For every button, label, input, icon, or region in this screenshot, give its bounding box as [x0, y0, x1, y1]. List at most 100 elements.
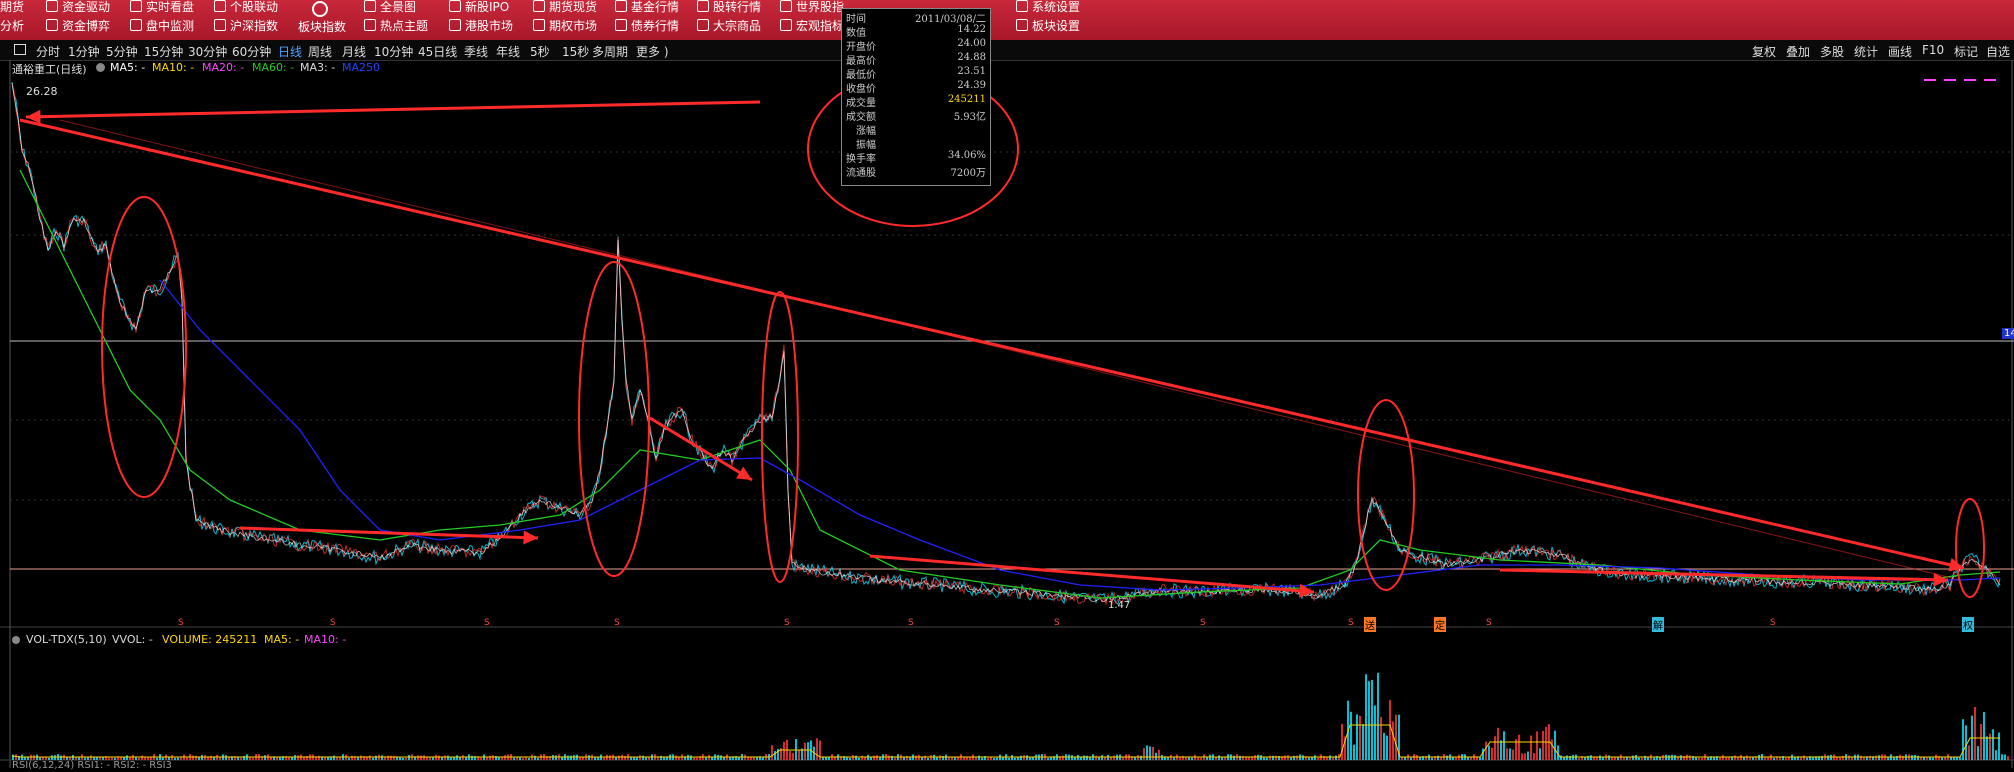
event-marker[interactable]: 定	[1434, 617, 1446, 632]
tab-more[interactable]: 更多 )	[636, 43, 669, 60]
info-row: 时间 2011/03/08/二	[846, 14, 986, 25]
volume-bar	[1470, 757, 1472, 760]
menu-item-11[interactable]: 系统设置	[1016, 0, 1080, 14]
tab-60min[interactable]: 60分钟	[232, 43, 271, 60]
menu-item-6[interactable]: 新股IPO	[449, 0, 509, 14]
tab-weekly[interactable]: 周线	[308, 43, 332, 60]
volume-bar	[1602, 757, 1604, 760]
menu2-item-6[interactable]: 期权市场	[533, 19, 597, 33]
volume-bar	[1920, 757, 1922, 760]
menu-item-2[interactable]: 实时看盘	[130, 0, 194, 14]
volume-bar	[1509, 748, 1511, 760]
volume-bar	[1527, 751, 1529, 760]
volume-bar	[1467, 757, 1469, 760]
menu-item-8[interactable]: 基金行情	[615, 0, 679, 14]
volume-bar	[336, 757, 338, 760]
volume-bar	[1254, 755, 1256, 760]
volume-bar	[1155, 752, 1157, 760]
settings-dot-icon[interactable]	[96, 63, 105, 72]
volume-bar	[372, 757, 374, 760]
tab-1min[interactable]: 1分钟	[68, 43, 100, 60]
volume-bar	[480, 757, 482, 760]
volume-bar	[1521, 753, 1523, 760]
event-marker[interactable]: 权	[1962, 617, 1974, 632]
volume-bar	[417, 755, 419, 760]
volume-bar	[402, 757, 404, 760]
tab-5min[interactable]: 5分钟	[106, 43, 138, 60]
volume-bar	[1719, 757, 1721, 760]
volume-bar	[1980, 724, 1982, 760]
volume-bar	[1767, 757, 1769, 760]
watchlist-button[interactable]: 自选	[1986, 43, 2010, 60]
volume-bar	[1803, 755, 1805, 760]
menu-item-10[interactable]: 世界股指	[780, 0, 844, 14]
tab-15min[interactable]: 15分钟	[144, 43, 183, 60]
menu-item-1[interactable]: 资金驱动	[46, 0, 110, 14]
menu2-item-4[interactable]: 热点主题	[364, 19, 428, 33]
stats-button[interactable]: 统计	[1854, 43, 1878, 60]
volume-bar	[324, 757, 326, 760]
event-marker[interactable]: 解	[1652, 617, 1664, 632]
kline-chart[interactable]: SSSSSSSSSSS	[0, 60, 2014, 768]
draw-line-button[interactable]: 画线	[1888, 43, 1912, 60]
multi-stock-button[interactable]: 多股	[1820, 43, 1844, 60]
vol-settings-icon[interactable]	[12, 636, 20, 644]
overlay-button[interactable]: 叠加	[1786, 43, 1810, 60]
timeframe-bar: 分时 1分钟 5分钟 15分钟 30分钟 60分钟 日线 周线 月线 10分钟 …	[0, 40, 2014, 61]
menu-item-0[interactable]: 期货	[0, 0, 24, 14]
tab-5sec[interactable]: 5秒	[530, 43, 550, 60]
price-line-down	[11, 81, 2001, 605]
tab-timeshare[interactable]: 分时	[36, 43, 60, 60]
menu2-item-9[interactable]: 宏观指标	[780, 19, 844, 33]
volume-bar	[1734, 755, 1736, 760]
layout-toggle-icon[interactable]	[14, 44, 26, 55]
menu2-item-2[interactable]: 盘中监测	[130, 19, 194, 33]
tab-15sec[interactable]: 15秒	[562, 43, 589, 60]
date-marker: S	[614, 618, 620, 628]
volume-bar	[459, 757, 461, 760]
mark-button[interactable]: 标记	[1954, 43, 1978, 60]
volume-ma-line	[11, 724, 2000, 758]
volume-bar	[1578, 757, 1580, 760]
menu-item-7[interactable]: 期货现货	[533, 0, 597, 14]
commodity-icon	[697, 19, 709, 31]
restore-rights-button[interactable]: 复权	[1752, 43, 1776, 60]
menu2-item-10[interactable]: 板块设置	[1016, 19, 1080, 33]
volume-bar	[1749, 757, 1751, 760]
menu2-item-3[interactable]: 沪深指数	[214, 19, 278, 33]
volume-bar	[1974, 707, 1976, 760]
tab-45day[interactable]: 45日线	[418, 43, 457, 60]
volume-bar	[1104, 757, 1106, 760]
volume-bar	[1785, 757, 1787, 760]
volume-bar	[1245, 757, 1247, 760]
menu2-item-8[interactable]: 大宗商品	[697, 19, 761, 33]
volume-bar	[252, 757, 254, 760]
volume-bar	[1902, 755, 1904, 760]
menu-item-5[interactable]: 全景图	[364, 0, 416, 14]
menu-item-3[interactable]: 个股联动	[214, 0, 278, 14]
volume-bar	[1914, 755, 1916, 760]
volume-bar	[561, 757, 563, 760]
volume-bar	[447, 755, 449, 760]
menu2-item-0[interactable]: 分析	[0, 19, 24, 33]
tab-daily[interactable]: 日线	[278, 43, 302, 60]
tab-10min[interactable]: 10分钟	[374, 43, 413, 60]
tab-monthly[interactable]: 月线	[342, 43, 366, 60]
f10-button[interactable]: F10	[1922, 43, 1944, 57]
tab-multi-period[interactable]: 多周期	[592, 43, 628, 60]
volume-bar	[792, 753, 794, 760]
board-index-button[interactable]: 板块指数	[298, 20, 346, 34]
menu2-item-5[interactable]: 港股市场	[449, 19, 513, 33]
volume-bar	[210, 755, 212, 760]
annotation-arrow	[25, 100, 761, 119]
event-marker[interactable]: 送	[1364, 617, 1376, 632]
chart-area[interactable]: S S S S S S S S S S S 通裕重工(日线) MA5: - MA10: - MA20…	[0, 60, 2014, 771]
menu2-item-7[interactable]: 债券行情	[615, 19, 679, 33]
volume-bar	[1263, 757, 1265, 760]
tab-30min[interactable]: 30分钟	[188, 43, 227, 60]
menu-item-9[interactable]: 股转行情	[697, 0, 761, 14]
menu2-item-1[interactable]: 资金博弈	[46, 19, 110, 33]
tab-yearly[interactable]: 年线	[496, 43, 520, 60]
volume-bar	[390, 755, 392, 760]
tab-quarterly[interactable]: 季线	[464, 43, 488, 60]
